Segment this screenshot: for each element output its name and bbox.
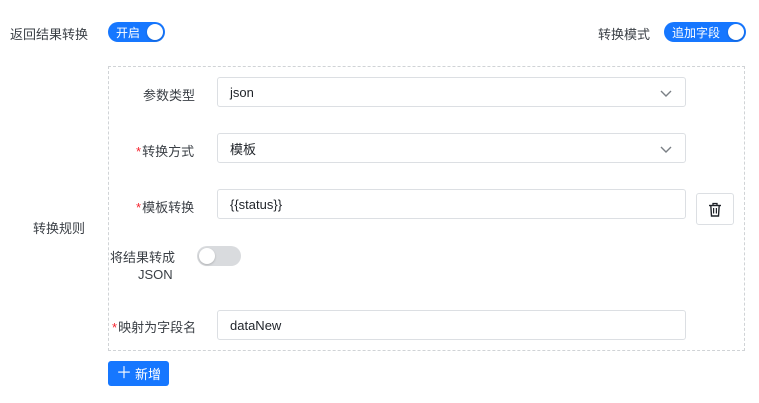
- return-conversion-switch[interactable]: 开启: [108, 22, 165, 42]
- required-mark: *: [112, 320, 118, 335]
- template-input[interactable]: [217, 189, 686, 219]
- to-json-label-line2: JSON: [138, 267, 173, 282]
- plus-icon: ＋: [116, 364, 133, 382]
- map-field-input[interactable]: [217, 310, 686, 340]
- delete-button[interactable]: [696, 193, 734, 225]
- to-json-switch[interactable]: [197, 246, 241, 266]
- conversion-rules-label: 转换规则: [33, 221, 86, 236]
- template-input-field[interactable]: [230, 196, 673, 212]
- param-type-label: 参数类型: [143, 88, 196, 103]
- switch-knob: [728, 24, 744, 40]
- return-conversion-label: 返回结果转换: [10, 27, 89, 42]
- method-label: *转换方式: [136, 141, 194, 160]
- method-select[interactable]: 模板: [217, 133, 686, 163]
- required-mark: *: [136, 200, 142, 215]
- map-field-label-text: 映射为字段名: [118, 320, 197, 335]
- required-mark: *: [136, 144, 142, 159]
- method-value: 模板: [230, 141, 257, 157]
- method-label-text: 转换方式: [142, 144, 195, 159]
- conversion-mode-switch[interactable]: 追加字段: [664, 22, 746, 42]
- switch-knob: [199, 248, 215, 264]
- trash-icon: [709, 202, 721, 217]
- conversion-mode-label: 转换模式: [598, 27, 651, 42]
- chevron-down-icon: [660, 146, 672, 153]
- switch-knob: [147, 24, 163, 40]
- param-type-select[interactable]: json: [217, 77, 686, 107]
- template-label-text: 模板转换: [142, 200, 195, 215]
- chevron-down-icon: [660, 90, 672, 97]
- to-json-label-line1: 将结果转成: [110, 250, 176, 265]
- map-field-input-field[interactable]: [230, 317, 673, 333]
- map-field-label: *映射为字段名: [112, 317, 196, 336]
- add-button-label: 新增: [135, 367, 162, 382]
- add-button[interactable]: ＋ 新增: [108, 361, 170, 386]
- param-type-value: json: [230, 84, 254, 100]
- template-label: *模板转换: [136, 197, 194, 216]
